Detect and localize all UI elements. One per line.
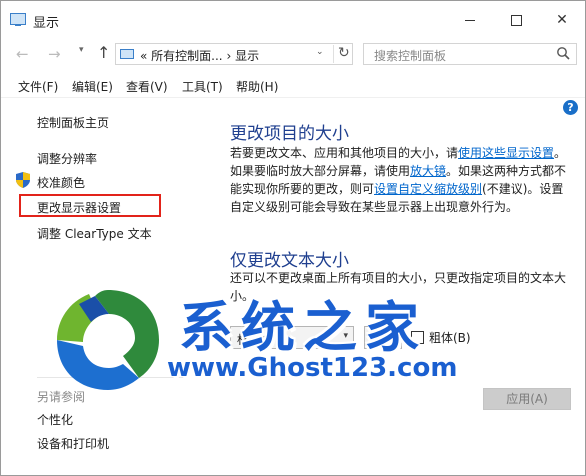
maximize-icon	[510, 14, 522, 26]
recent-locations-dropdown[interactable]: ▾	[79, 45, 84, 55]
link-devices-printers[interactable]: 设备和打印机	[37, 435, 109, 452]
search-icon[interactable]	[556, 46, 570, 60]
link-magnifier[interactable]: 放大镜	[410, 164, 446, 178]
window: 显示 ✕ ← → ▾ ↑ « 所有控制面... › 显示 ⌄ ↻ 搜索控制面板	[0, 0, 586, 476]
maximize-button[interactable]	[493, 7, 539, 33]
link-use-display-settings[interactable]: 使用这些显示设置	[458, 146, 554, 160]
refresh-button[interactable]: ↻	[333, 45, 350, 63]
breadcrumb-all-control-panel[interactable]: 所有控制面...	[151, 49, 222, 63]
menu-tools[interactable]: 工具(T)	[182, 78, 223, 95]
link-custom-scaling[interactable]: 设置自定义缩放级别	[374, 182, 482, 196]
shield-icon	[16, 172, 30, 188]
search-placeholder: 搜索控制面板	[374, 49, 447, 63]
watermark-logo	[57, 290, 159, 390]
bold-label: 粗体(B)	[429, 331, 471, 345]
watermark-url: www.Ghost123.com	[167, 353, 458, 383]
menu-file[interactable]: 文件(F)	[18, 78, 58, 95]
breadcrumb-display[interactable]: 显示	[235, 49, 259, 63]
section-title-text-size: 仅更改文本大小	[230, 251, 349, 271]
address-bar[interactable]: « 所有控制面... › 显示 ⌄ ↻	[115, 43, 353, 65]
description-text: 若要更改文本、应用和其他项目的大小，请使用这些显示设置。如果要临时放大部分屏幕，…	[230, 144, 570, 216]
link-adjust-resolution[interactable]: 调整分辨率	[37, 150, 97, 167]
help-icon[interactable]: ?	[563, 100, 578, 115]
menu-view[interactable]: 查看(V)	[126, 78, 168, 95]
apply-button[interactable]: 应用(A)	[483, 388, 571, 410]
menu-edit[interactable]: 编辑(E)	[72, 78, 113, 95]
minimize-button[interactable]	[447, 7, 493, 33]
menu-bar: 文件(F) 编辑(E) 查看(V) 工具(T) 帮助(H)	[1, 71, 585, 98]
back-button[interactable]: ←	[16, 45, 29, 63]
control-panel-icon	[120, 49, 134, 59]
search-box[interactable]: 搜索控制面板	[363, 43, 577, 65]
page-title: 更改项目的大小	[230, 124, 349, 144]
menu-help[interactable]: 帮助(H)	[236, 78, 278, 95]
navigation-bar: ← → ▾ ↑ « 所有控制面... › 显示 ⌄ ↻ 搜索控制面板	[1, 39, 585, 71]
link-change-display-settings[interactable]: 更改显示器设置	[37, 199, 121, 216]
forward-button[interactable]: →	[48, 45, 61, 63]
link-adjust-cleartype[interactable]: 调整 ClearType 文本	[37, 225, 152, 242]
display-icon	[10, 13, 26, 26]
close-button[interactable]: ✕	[539, 7, 585, 33]
link-control-panel-home[interactable]: 控制面板主页	[37, 114, 109, 131]
window-title: 显示	[33, 16, 60, 31]
link-personalization[interactable]: 个性化	[37, 411, 73, 428]
description-part: 若要更改文本、应用和其他项目的大小，请	[230, 146, 459, 160]
close-icon: ✕	[556, 12, 568, 28]
minimize-icon	[465, 19, 475, 21]
watermark-title: 系统之家	[179, 296, 427, 359]
address-dropdown[interactable]: ⌄	[316, 47, 324, 57]
up-button[interactable]: ↑	[97, 43, 110, 62]
breadcrumb-separator[interactable]: ›	[226, 49, 231, 63]
title-bar: 显示 ✕	[1, 1, 585, 37]
link-calibrate-color[interactable]: 校准颜色	[37, 174, 85, 191]
breadcrumb: « 所有控制面... › 显示	[140, 47, 259, 64]
breadcrumb-overflow[interactable]: «	[140, 49, 147, 63]
